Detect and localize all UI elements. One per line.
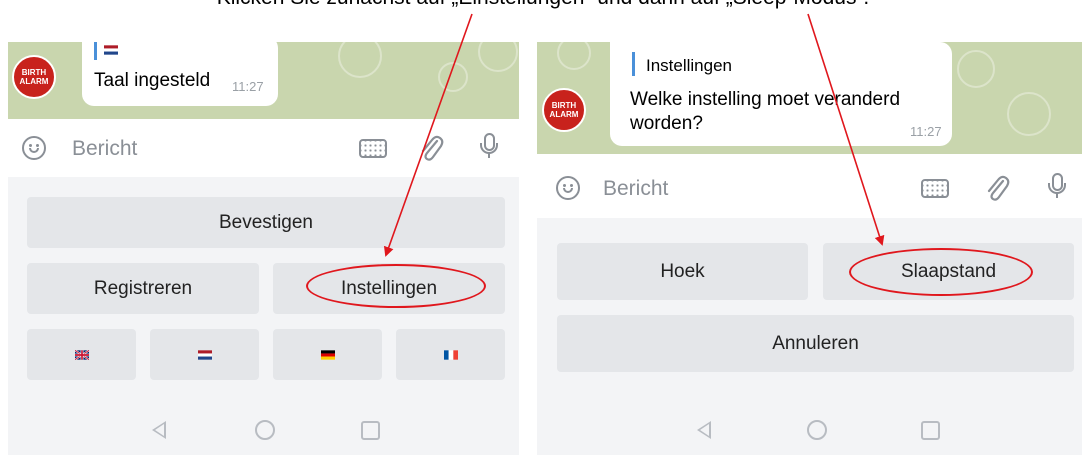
reply-bar <box>632 52 635 76</box>
france-flag-icon <box>443 349 458 360</box>
keyboard-icon[interactable] <box>921 179 949 198</box>
cancel-button[interactable]: Annuleren <box>557 315 1074 372</box>
left-screenshot: BIRTH ALARM Taal ingesteld 11:27 Bericht… <box>8 42 519 455</box>
message-input-bar[interactable]: Bericht <box>537 154 1082 218</box>
sleep-mode-highlight-ellipse <box>849 248 1033 296</box>
attachment-icon[interactable] <box>418 134 444 162</box>
language-german-button[interactable] <box>273 329 382 380</box>
message-input-placeholder[interactable]: Bericht <box>603 177 668 201</box>
register-button[interactable]: Registreren <box>27 263 259 314</box>
android-nav-bar <box>537 399 1082 455</box>
message-time: 11:27 <box>910 124 942 139</box>
language-dutch-button[interactable] <box>150 329 259 380</box>
background-doodle <box>478 42 518 72</box>
background-doodle <box>1007 92 1051 136</box>
netherlands-flag-icon <box>104 45 118 55</box>
background-doodle <box>557 42 591 70</box>
attachment-icon[interactable] <box>984 174 1010 202</box>
instruction-caption: Klicken Sie zunächst auf „Einstellungen“… <box>0 0 1086 10</box>
android-nav-bar <box>8 399 519 455</box>
language-french-button[interactable] <box>396 329 505 380</box>
background-doodle <box>438 62 468 92</box>
keyboard-icon[interactable] <box>359 139 387 158</box>
bot-avatar[interactable]: BIRTH ALARM <box>542 88 586 132</box>
recent-apps-nav-icon[interactable] <box>921 421 940 440</box>
bot-avatar[interactable]: BIRTH ALARM <box>12 55 56 99</box>
message-input-placeholder[interactable]: Bericht <box>72 137 137 161</box>
background-doodle <box>957 50 995 88</box>
message-bubble[interactable]: Instellingen Welke instelling moet veran… <box>610 42 952 146</box>
avatar-logo-text: BIRTH ALARM <box>549 101 579 119</box>
emoji-icon[interactable] <box>22 136 46 160</box>
back-nav-icon[interactable] <box>697 421 711 439</box>
settings-highlight-ellipse <box>306 264 486 308</box>
message-text: Taal ingesteld <box>94 70 211 91</box>
home-nav-icon[interactable] <box>807 420 827 440</box>
message-line-1: Welke instelling moet veranderd <box>630 89 901 110</box>
confirm-button[interactable]: Bevestigen <box>27 197 505 248</box>
chat-area: BIRTH ALARM Taal ingesteld 11:27 <box>8 42 519 119</box>
germany-flag-icon <box>320 349 335 360</box>
message-input-bar[interactable]: Bericht <box>8 119 519 177</box>
angle-button[interactable]: Hoek <box>557 243 808 300</box>
message-bubble[interactable]: Taal ingesteld 11:27 <box>82 42 278 106</box>
chat-area: BIRTH ALARM Instellingen Welke instellin… <box>537 42 1082 154</box>
message-line-2: worden? <box>630 113 703 134</box>
netherlands-flag-icon <box>197 349 212 360</box>
reply-bar <box>94 42 97 60</box>
message-time: 11:27 <box>232 79 264 94</box>
language-uk-button[interactable] <box>27 329 136 380</box>
avatar-logo-text: BIRTH ALARM <box>19 68 49 86</box>
background-doodle <box>338 42 382 78</box>
reply-title: Instellingen <box>646 56 733 75</box>
right-screenshot: BIRTH ALARM Instellingen Welke instellin… <box>537 42 1082 455</box>
emoji-icon[interactable] <box>556 176 580 200</box>
uk-flag-icon <box>74 349 89 360</box>
recent-apps-nav-icon[interactable] <box>361 421 380 440</box>
home-nav-icon[interactable] <box>255 420 275 440</box>
back-nav-icon[interactable] <box>152 421 166 439</box>
